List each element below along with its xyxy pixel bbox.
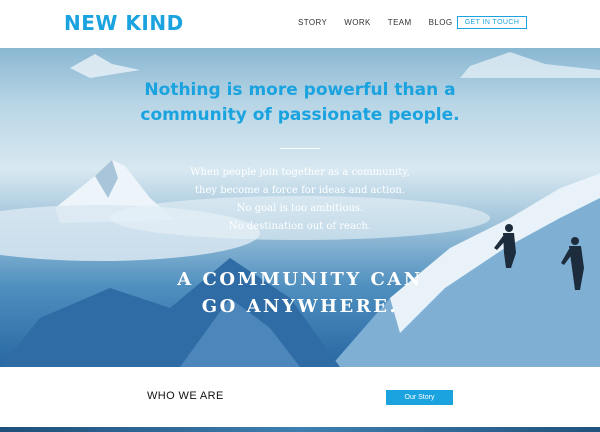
hero-body-line: No goal is too ambitious. [236,203,364,214]
hero-headline-line-2: community of passionate people. [140,105,460,125]
brand-logo[interactable]: NEW KIND [64,11,184,35]
hero-body-line: No destination out of reach. [228,221,372,232]
hero-headline-line-1: Nothing is more powerful than a [144,80,456,100]
hero-body-line: When people join together as a community… [190,167,410,178]
hero-tagline: A COMMUNITY CAN GO ANYWHERE. [0,266,600,320]
next-section-image-edge [0,427,600,432]
hero-tagline-line-1: A COMMUNITY CAN [177,269,423,290]
hero-body-line: they become a force for ideas and action… [195,185,405,196]
nav-link-blog[interactable]: BLOG [429,18,453,27]
get-in-touch-button[interactable]: GET IN TOUCH [457,16,527,29]
nav-link-work[interactable]: WORK [344,18,371,27]
nav-link-team[interactable]: TEAM [388,18,412,27]
nav-link-story[interactable]: STORY [298,18,327,27]
hero-body-text: When people join together as a community… [0,164,600,236]
hero-section: Nothing is more powerful than a communit… [0,48,600,367]
who-we-are-heading: WHO WE ARE [147,390,224,402]
hero-divider [280,148,320,149]
our-story-button[interactable]: Our Story [386,390,453,405]
hero-headline: Nothing is more powerful than a communit… [0,78,600,128]
who-we-are-section: WHO WE ARE Our Story [0,367,600,427]
hero-tagline-line-2: GO ANYWHERE. [201,296,399,317]
top-navigation: NEW KIND STORY WORK TEAM BLOG GET IN TOU… [0,0,600,48]
nav-links: STORY WORK TEAM BLOG [298,18,469,27]
